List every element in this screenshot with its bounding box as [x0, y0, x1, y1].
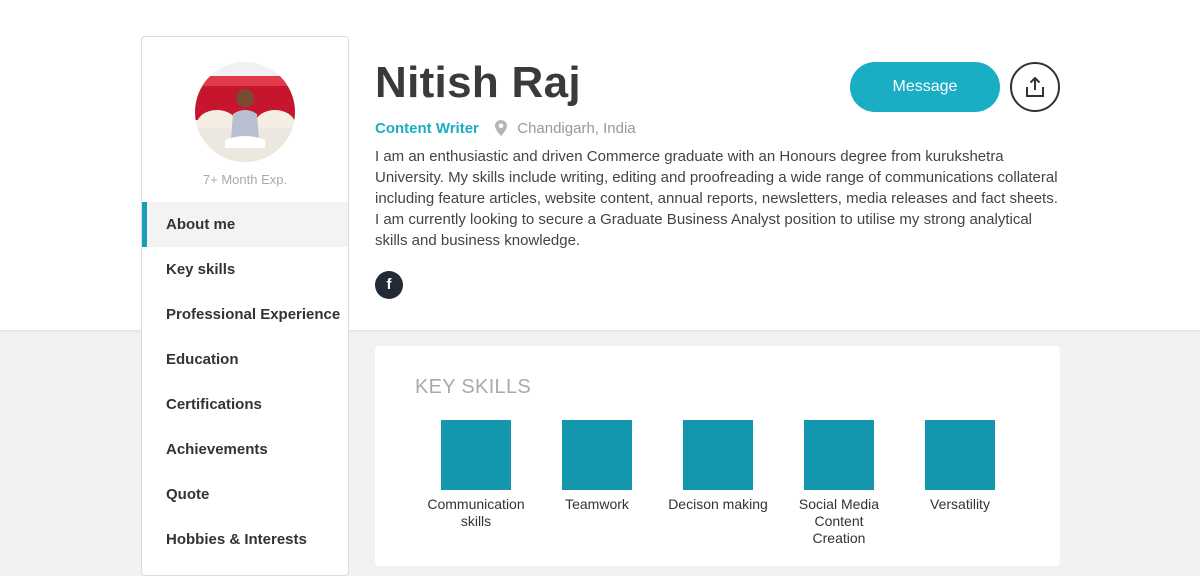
profile-name: Nitish Raj: [375, 58, 581, 107]
facebook-icon[interactable]: f: [375, 271, 403, 299]
experience-label: 7+ Month Exp.: [202, 172, 288, 187]
skill-item: Decison making: [663, 420, 773, 513]
skill-label: Versatility: [930, 496, 990, 512]
skill-item: Social Media Content Creation: [784, 420, 894, 547]
nav-item-key-skills[interactable]: Key skills: [142, 247, 348, 292]
nav-item-certifications[interactable]: Certifications: [142, 382, 348, 427]
nav-item-hobbies-interests[interactable]: Hobbies & Interests: [142, 517, 348, 562]
skill-icon: [441, 420, 511, 490]
share-icon: [1012, 76, 1058, 98]
profile-location: Chandigarh, India: [517, 120, 636, 137]
skill-icon: [804, 420, 874, 490]
skill-label: Teamwork: [565, 496, 629, 512]
skill-icon: [925, 420, 995, 490]
skill-item: Versatility: [905, 420, 1015, 513]
nav-item-education[interactable]: Education: [142, 337, 348, 382]
skill-label: Decison making: [668, 496, 768, 512]
profile-subline: Content Writer Chandigarh, India: [375, 120, 636, 140]
message-button[interactable]: Message: [850, 62, 1000, 112]
nav-item-achievements[interactable]: Achievements: [142, 427, 348, 472]
profile-sidebar: 7+ Month Exp. About me Key skills Profes…: [141, 36, 349, 576]
profile-role: Content Writer: [375, 120, 479, 137]
key-skills-title: KEY SKILLS: [415, 376, 532, 398]
skill-label: Social Media Content Creation: [798, 496, 880, 546]
profile-nav: About me Key skills Professional Experie…: [142, 202, 348, 562]
nav-item-quote[interactable]: Quote: [142, 472, 348, 517]
profile-bio: I am an enthusiastic and driven Commerce…: [375, 148, 1058, 249]
skill-item: Teamwork: [542, 420, 652, 513]
share-button[interactable]: [1010, 62, 1060, 112]
avatar: [195, 62, 295, 162]
nav-item-professional-experience[interactable]: Professional Experience: [142, 292, 348, 337]
skill-icon: [683, 420, 753, 490]
skill-item: Communication skills: [421, 420, 531, 530]
skill-label: Communication skills: [427, 496, 525, 529]
location-pin-icon: [495, 120, 508, 140]
nav-item-about-me[interactable]: About me: [142, 202, 348, 247]
key-skills-card: KEY SKILLS Communication skills Teamwork…: [375, 346, 1060, 566]
skill-icon: [562, 420, 632, 490]
